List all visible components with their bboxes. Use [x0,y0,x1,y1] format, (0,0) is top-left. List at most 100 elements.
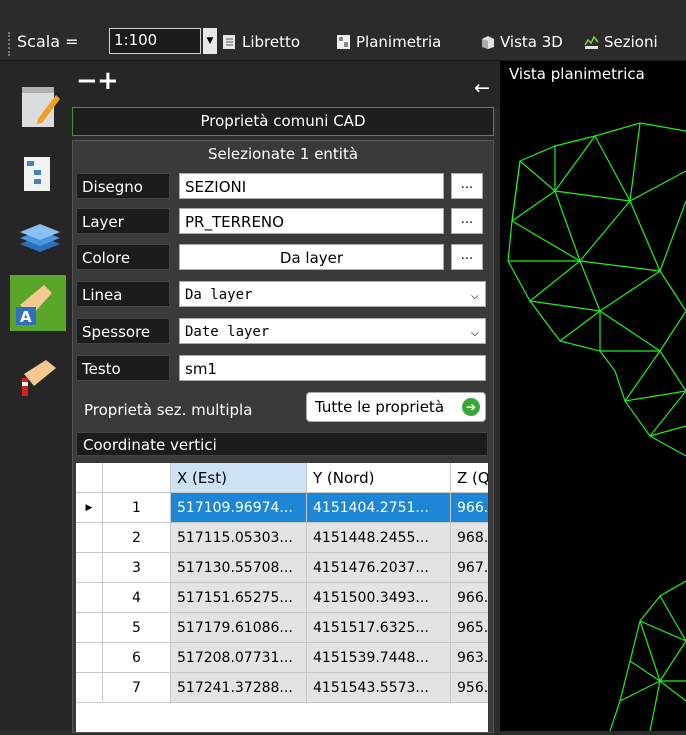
notepad-icon[interactable] [16,83,64,131]
disegno-field[interactable]: SEZIONI [179,173,444,199]
row-selector-header [76,463,103,493]
cell-y[interactable]: 4151500.3493... [307,583,451,613]
cell-z[interactable]: 965.5 [451,613,488,643]
toolbar-grip[interactable] [8,32,13,56]
colore-field[interactable]: Da layer [179,244,444,270]
linea-label: Linea [76,281,170,307]
row-number: 7 [103,673,171,703]
colore-browse-button[interactable]: ... [451,244,483,270]
testo-field[interactable]: sm1 [179,355,486,381]
layer-browse-button[interactable]: ... [451,208,483,234]
table-row[interactable]: ▶ 1 517109.96974... 4151404.2751... 966.… [76,493,488,523]
table-row[interactable]: 7 517241.37288... 4151543.5573... 956.8 [76,673,488,703]
planimetria-label: Planimetria [356,33,442,51]
column-header-y[interactable]: Y (Nord) [307,463,451,493]
cell-y[interactable]: 4151404.2751... [307,493,451,523]
selection-count: Selezionate 1 entità [207,145,359,163]
spessore-label: Spessore [76,318,170,344]
cell-y[interactable]: 4151517.6325... [307,613,451,643]
table-row[interactable]: 5 517179.61086... 4151517.6325... 965.5 [76,613,488,643]
multi-section-label: Proprietà sez. multipla [84,401,253,419]
cell-x[interactable]: 517179.61086... [171,613,307,643]
pointer-hand-icon[interactable] [16,352,64,400]
svg-text:A: A [20,308,32,326]
colore-label: Colore [76,244,170,270]
cell-y[interactable]: 4151543.5573... [307,673,451,703]
row-pointer-icon: ▶ [76,493,103,523]
viewport-title: Vista planimetrica [509,65,645,83]
linea-value: Da layer [185,287,253,303]
notebook-icon [223,35,235,49]
all-properties-button[interactable]: Tutte le proprietà ➔ [306,392,486,422]
terrain-mesh [507,122,686,732]
column-header-z[interactable]: Z (Q [451,463,488,493]
table-row[interactable]: 3 517130.55708... 4151476.2037... 967.5 [76,553,488,583]
grid-header-row: X (Est) Y (Nord) Z (Q [76,463,488,493]
floorplan-icon [337,35,350,49]
properties-panel: Selezionate 1 entità Disegno SEZIONI ...… [72,140,494,733]
disegno-label: Disegno [76,173,170,199]
chevron-down-icon: ⌵ [470,287,479,303]
vista3d-label: Vista 3D [500,33,563,51]
all-properties-label: Tutte le proprietà [315,398,445,416]
row-number: 6 [103,643,171,673]
layer-label: Layer [76,208,170,234]
layers-icon[interactable] [16,216,64,264]
sections-icon [584,35,599,49]
table-row[interactable]: 2 517115.05303... 4151448.2455... 968.4 [76,523,488,553]
plan-viewport[interactable]: Vista planimetrica [500,61,686,732]
scale-label: Scala = [17,32,79,51]
layer-field[interactable]: PR_TERRENO [179,208,444,234]
panel-header [72,61,500,108]
cell-x[interactable]: 517115.05303... [171,523,307,553]
row-number: 4 [103,583,171,613]
row-number: 1 [103,493,171,523]
vista3d-button[interactable]: Vista 3D [480,33,563,51]
chevron-down-icon: ⌵ [470,324,479,340]
row-number-header [103,463,171,493]
row-number: 2 [103,523,171,553]
scale-value: 1:100 [114,31,158,49]
cell-z[interactable]: 968.4 [451,523,488,553]
cell-z[interactable]: 967.5 [451,553,488,583]
scale-input[interactable]: 1:100 [109,28,201,54]
disegno-browse-button[interactable]: ... [451,173,483,199]
text-properties-icon[interactable]: A [10,275,66,331]
table-row[interactable]: 4 517151.65275... 4151500.3493... 966.5 [76,583,488,613]
vertex-grid: X (Est) Y (Nord) Z (Q ▶ 1 517109.96974..… [76,463,488,732]
cell-y[interactable]: 4151448.2455... [307,523,451,553]
cell-x[interactable]: 517208.07731... [171,643,307,673]
tree-list-icon[interactable] [16,151,64,199]
cell-z[interactable]: 956.8 [451,673,488,703]
chevron-down-icon[interactable]: ▼ [203,28,217,54]
cell-x[interactable]: 517130.55708... [171,553,307,583]
spessore-select[interactable]: Date layer ⌵ [179,318,486,344]
column-header-x[interactable]: X (Est) [171,463,307,493]
back-arrow-icon[interactable]: ← [474,77,490,99]
table-row[interactable]: 6 517208.07731... 4151539.7448... 963.4 [76,643,488,673]
expand-plus-icon[interactable]: + [97,66,119,96]
collapse-minus-icon[interactable]: − [76,66,98,96]
row-number: 5 [103,613,171,643]
testo-label: Testo [76,355,170,381]
cell-y[interactable]: 4151539.7448... [307,643,451,673]
cell-x[interactable]: 517241.37288... [171,673,307,703]
left-tool-rail: A [0,61,72,731]
planimetria-button[interactable]: Planimetria [336,33,441,51]
main-toolbar: Scala = 1:100 ▼ Libretto Planimetria Vis… [0,0,686,61]
vertex-coordinates-title: Coordinate vertici [76,432,488,456]
cell-z[interactable]: 963.4 [451,643,488,673]
libretto-label: Libretto [242,33,301,51]
linea-select[interactable]: Da layer ⌵ [179,281,486,307]
cell-x[interactable]: 517151.65275... [171,583,307,613]
libretto-button[interactable]: Libretto [222,33,300,51]
cell-z[interactable]: 966.5 [451,583,488,613]
sezioni-button[interactable]: Sezioni [584,33,658,51]
cell-x[interactable]: 517109.96974... [171,493,307,523]
cell-z[interactable]: 966.6 [451,493,488,523]
row-number: 3 [103,553,171,583]
arrow-right-icon: ➔ [462,398,480,416]
sezioni-label: Sezioni [604,33,658,51]
cell-y[interactable]: 4151476.2037... [307,553,451,583]
cube-icon [482,36,494,49]
